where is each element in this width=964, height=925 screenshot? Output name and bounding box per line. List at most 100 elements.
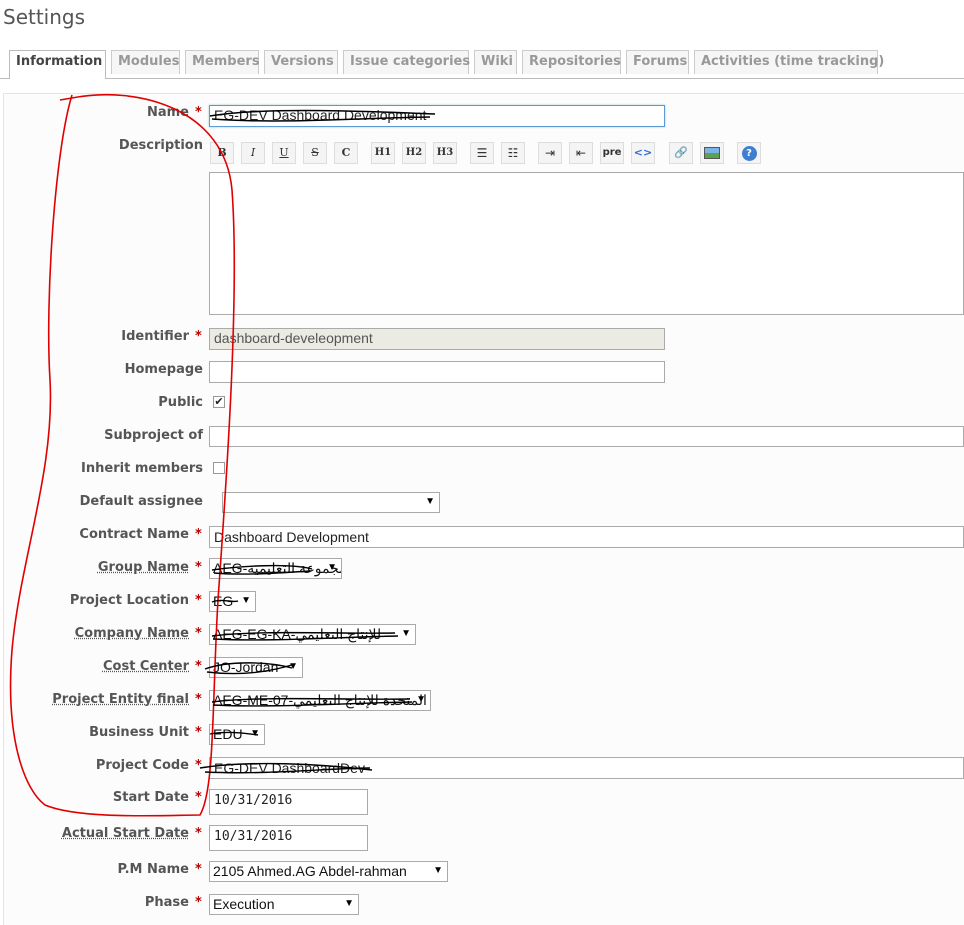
business-unit-label: Business Unit	[89, 725, 189, 740]
phase-value: Execution	[213, 896, 275, 912]
subproject-of-select[interactable]	[209, 426, 964, 447]
phase-select[interactable]: Execution ▼	[209, 894, 359, 915]
tab-modules[interactable]: Modules	[111, 50, 180, 74]
bullet-list-icon: ☰	[476, 146, 488, 160]
underline-button[interactable]: U	[272, 142, 296, 164]
required-marker: *	[195, 758, 202, 773]
chevron-down-icon: ▼	[344, 898, 354, 909]
italic-button[interactable]: I	[241, 142, 265, 164]
contract-name-label: Contract Name	[79, 527, 189, 542]
outdent-button[interactable]: ⇤	[569, 142, 593, 164]
contract-name-input[interactable]: Dashboard Development	[209, 526, 964, 548]
required-marker: *	[195, 626, 202, 641]
image-button[interactable]	[700, 142, 724, 164]
phase-label: Phase	[144, 895, 189, 910]
indent-button[interactable]: ⇥	[538, 142, 562, 164]
chevron-down-icon: ▼	[416, 694, 426, 705]
indent-icon: ⇥	[544, 146, 556, 160]
public-checkbox[interactable]: ✔	[213, 396, 225, 408]
required-marker: *	[195, 790, 202, 805]
homepage-label: Homepage	[124, 362, 203, 377]
required-marker: *	[195, 895, 202, 910]
required-marker: *	[195, 527, 202, 542]
name-input[interactable]: EG-DEV Dashboard Development	[209, 105, 665, 127]
subproject-of-label: Subproject of	[104, 428, 203, 443]
tab-versions[interactable]: Versions	[264, 50, 338, 74]
heading3-button[interactable]: H3	[433, 142, 457, 164]
link-icon: 🔗	[674, 146, 688, 159]
code-button[interactable]: C	[334, 142, 358, 164]
project-entity-final-label: Project Entity final	[52, 692, 189, 707]
public-label: Public	[158, 395, 203, 410]
tab-bar: Information Modules Members Versions Iss…	[0, 50, 964, 79]
start-date-input[interactable]: 10/31/2016	[209, 789, 368, 815]
company-name-value: AEG-EG-KA-للإنتاج التعليمي	[213, 626, 382, 642]
pm-name-label: P.M Name	[117, 862, 189, 877]
required-marker: *	[195, 725, 202, 740]
heading1-button[interactable]: H1	[371, 142, 395, 164]
checkmark-icon: ✔	[214, 395, 224, 408]
group-name-select[interactable]: AEG-المجموعة التعليمية▼	[209, 558, 342, 579]
cost-center-label: Cost Center	[102, 659, 189, 674]
default-assignee-select[interactable]: ▼	[222, 492, 440, 513]
tab-issue-categories[interactable]: Issue categories	[343, 50, 470, 74]
required-marker: *	[195, 560, 202, 575]
help-icon: ?	[741, 146, 757, 161]
help-button[interactable]: ?	[737, 142, 761, 164]
inherit-members-checkbox[interactable]	[213, 462, 225, 474]
group-name-value: AEG-المجموعة التعليمية	[213, 560, 341, 576]
required-marker: *	[195, 329, 202, 344]
cost-center-select[interactable]: JO-Jordan ▼	[209, 657, 303, 678]
pm-name-value: 2105 Ahmed.AG Abdel-rahman	[213, 863, 407, 879]
bold-button[interactable]: B	[210, 142, 234, 164]
project-location-label: Project Location	[69, 593, 189, 608]
outdent-icon: ⇤	[575, 146, 587, 160]
company-name-select[interactable]: AEG-EG-KA-للإنتاج التعليمي ▼	[209, 624, 416, 645]
numbered-list-icon: ☷	[507, 146, 519, 160]
wiki-link-button[interactable]: 🔗	[669, 142, 693, 164]
required-marker: *	[195, 862, 202, 877]
business-unit-select[interactable]: EDU ▼	[209, 724, 265, 745]
chevron-down-icon: ▼	[433, 865, 443, 876]
identifier-label: Identifier	[121, 329, 189, 344]
image-icon	[704, 147, 720, 159]
chevron-down-icon: ▼	[425, 496, 435, 507]
inline-code-button[interactable]: <>	[631, 142, 655, 164]
required-marker: *	[195, 659, 202, 674]
project-entity-final-value: AEG-ME-07-المتحدة للإنتاج التعليمي	[213, 692, 427, 708]
pm-name-select[interactable]: 2105 Ahmed.AG Abdel-rahman ▼	[209, 861, 448, 882]
tab-forums[interactable]: Forums	[626, 50, 689, 74]
tab-members[interactable]: Members	[185, 50, 260, 74]
heading2-button[interactable]: H2	[402, 142, 426, 164]
chevron-down-icon: ▼	[401, 628, 411, 639]
inherit-members-label: Inherit members	[81, 461, 203, 476]
identifier-input: dashboard-develeopment	[209, 328, 665, 350]
cost-center-value: JO-Jordan	[213, 659, 279, 675]
strikethrough-button[interactable]: S	[303, 142, 327, 164]
ordered-list-button[interactable]: ☷	[501, 142, 525, 164]
homepage-input[interactable]	[209, 361, 665, 383]
required-marker: *	[195, 593, 202, 608]
project-code-label: Project Code	[95, 758, 189, 773]
required-marker: *	[195, 105, 202, 120]
business-unit-value: EDU	[213, 726, 243, 742]
tab-wiki[interactable]: Wiki	[474, 50, 517, 74]
project-location-value: EG	[213, 593, 234, 609]
project-entity-final-select[interactable]: AEG-ME-07-المتحدة للإنتاج التعليمي ▼	[209, 690, 431, 711]
unordered-list-button[interactable]: ☰	[470, 142, 494, 164]
tab-information[interactable]: Information	[9, 50, 106, 79]
project-location-select[interactable]: EG ▼	[209, 591, 256, 612]
tab-repositories[interactable]: Repositories	[522, 50, 621, 74]
chevron-down-icon: ▼	[241, 595, 251, 606]
preformatted-button[interactable]: pre	[600, 142, 624, 164]
actual-start-date-input[interactable]: 10/31/2016	[209, 825, 368, 851]
description-label: Description	[118, 138, 203, 153]
required-marker: *	[195, 826, 202, 841]
description-textarea[interactable]	[209, 172, 964, 315]
start-date-label: Start Date	[112, 790, 189, 805]
project-code-input[interactable]: EG-DEV DashboardDev	[209, 757, 964, 779]
actual-start-date-label: Actual Start Date	[61, 826, 189, 841]
name-label: Name	[146, 105, 189, 120]
tab-activities-time-tracking[interactable]: Activities (time tracking)	[694, 50, 884, 74]
chevron-down-icon: ▼	[327, 562, 337, 573]
